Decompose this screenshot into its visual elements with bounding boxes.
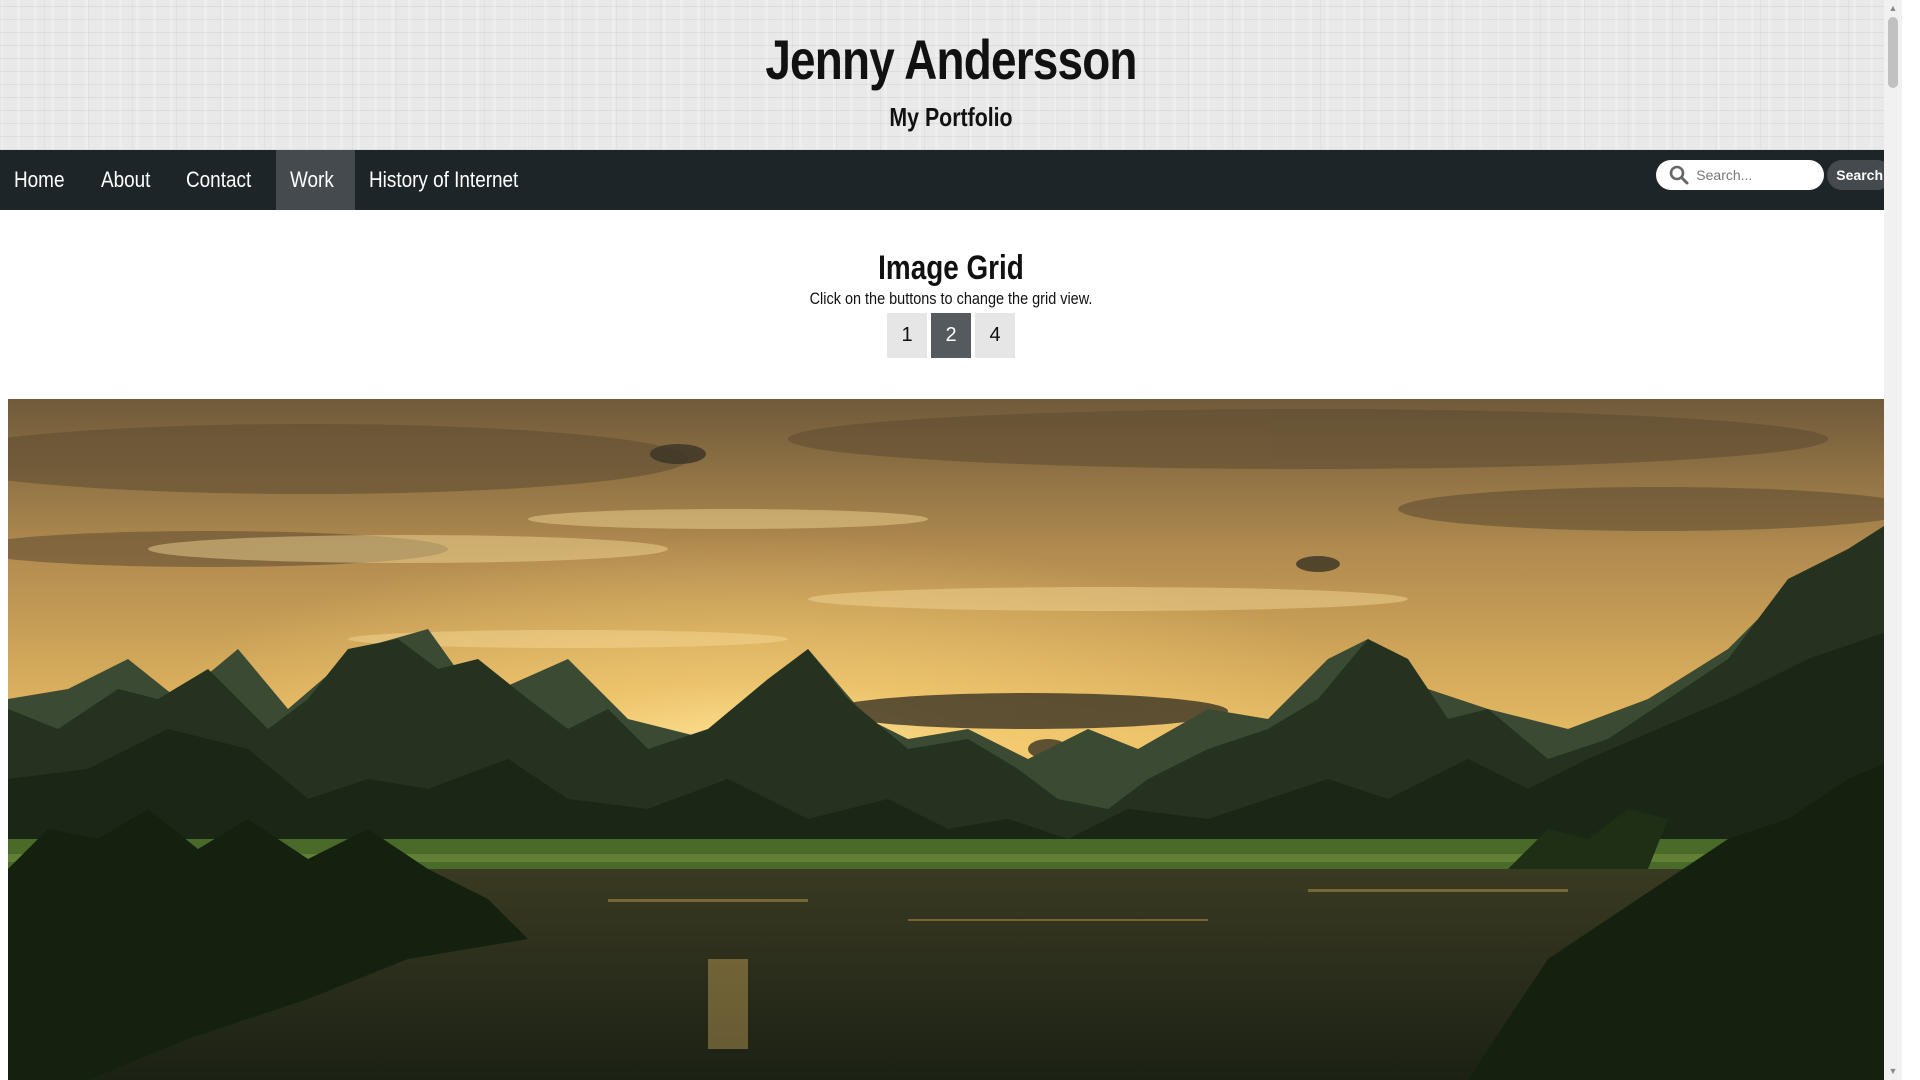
top-navigation: Home About Contact Work History of Inter… [0,150,1902,210]
grid-view-button-2[interactable]: 2 [931,313,971,358]
grid-view-button-1[interactable]: 1 [887,313,927,358]
grid-view-button-4[interactable]: 4 [975,313,1015,358]
main-content: Image Grid Click on the buttons to chang… [0,210,1902,358]
search-icon [1668,164,1690,186]
page: Jenny Andersson My Portfolio Home About … [0,0,1902,1080]
search-button[interactable]: Search [1827,160,1892,190]
nav-item-label: About [100,167,151,192]
nav-item-contact[interactable]: Contact [172,150,276,210]
page-heading: Image Grid [878,249,1024,287]
site-title: Jenny Andersson [765,28,1137,91]
grid-image-landscape [8,399,1895,1080]
nav-item-history-of-internet[interactable]: History of Internet [355,150,557,210]
site-subtitle: My Portfolio [889,102,1013,132]
nav-item-about[interactable]: About [87,150,173,210]
scroll-up-arrow-icon[interactable]: ▲ [1884,0,1902,17]
scroll-down-arrow-icon[interactable]: ▼ [1884,1063,1902,1080]
nav-item-label: History of Internet [368,167,519,192]
site-header: Jenny Andersson My Portfolio [0,0,1902,150]
nav-item-home[interactable]: Home [0,150,87,210]
nav-item-work[interactable]: Work [276,150,355,210]
scroll-thumb[interactable] [1888,17,1898,88]
nav-item-label: Home [14,167,65,192]
nav-item-label: Work [290,167,334,192]
search-input[interactable] [1694,166,1819,184]
nav-item-label: Contact [186,167,252,192]
search-box [1656,160,1825,190]
vertical-scrollbar[interactable]: ▲ ▼ [1884,0,1902,1080]
grid-instructions: Click on the buttons to change the grid … [809,289,1093,308]
grid-view-buttons: 1 2 4 [0,313,1902,358]
search-form: Search [1656,160,1892,190]
